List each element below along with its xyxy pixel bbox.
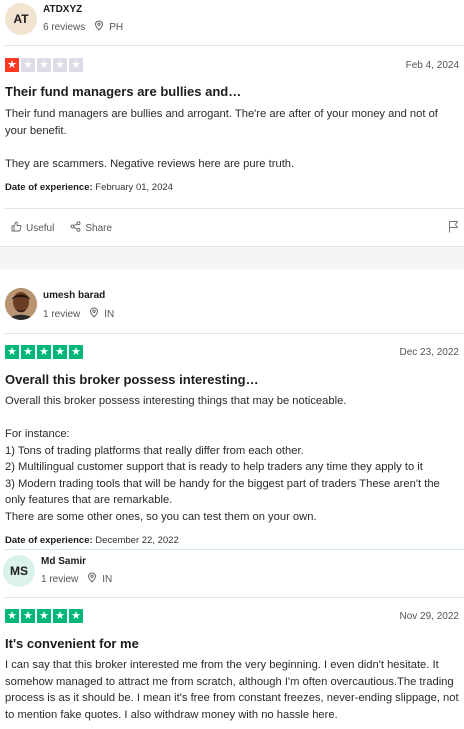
- star-rating: ★ ★ ★ ★ ★: [5, 345, 83, 359]
- share-label: Share: [85, 222, 113, 234]
- star-icon: ★: [69, 609, 83, 623]
- location-pin-icon: [87, 572, 97, 586]
- divider: [5, 45, 464, 46]
- star-icon: ★: [5, 345, 19, 359]
- experience-value: December 22, 2022: [95, 535, 179, 546]
- review-title[interactable]: Their fund managers are bullies and…: [5, 84, 241, 99]
- reviewer-name[interactable]: umesh barad: [43, 290, 105, 301]
- review-count: 1 review: [41, 573, 79, 585]
- useful-button[interactable]: Useful: [11, 221, 54, 235]
- review-title[interactable]: It's convenient for me: [5, 636, 139, 651]
- review-body: Their fund managers are bullies and arro…: [5, 108, 438, 170]
- reviewer-country: PH: [109, 21, 124, 33]
- divider: [5, 597, 464, 598]
- star-icon: ★: [37, 58, 51, 72]
- star-icon: ★: [53, 609, 67, 623]
- star-icon: ★: [37, 345, 51, 359]
- star-icon: ★: [5, 609, 19, 623]
- divider: [5, 208, 464, 209]
- review-title[interactable]: Overall this broker possess interesting…: [5, 372, 259, 387]
- star-icon: ★: [69, 345, 83, 359]
- review-date: Nov 29, 2022: [399, 611, 460, 622]
- star-icon: ★: [53, 345, 67, 359]
- review-date: Dec 23, 2022: [399, 347, 460, 358]
- experience-label: Date of experience:: [5, 535, 93, 546]
- review-count: 6 reviews: [43, 21, 86, 33]
- star-icon: ★: [21, 609, 35, 623]
- avatar[interactable]: MS: [3, 555, 35, 587]
- share-button[interactable]: Share: [70, 221, 112, 235]
- divider: [5, 549, 464, 550]
- reviewer-name[interactable]: ATDXYZ: [43, 4, 82, 15]
- review-body: I can say that this broker interested me…: [5, 659, 459, 721]
- useful-label: Useful: [26, 222, 55, 234]
- avatar[interactable]: [5, 288, 37, 320]
- reviewer-meta: 6 reviews PH: [43, 20, 123, 34]
- flag-icon[interactable]: [448, 220, 459, 238]
- thumbs-up-icon: [11, 221, 22, 235]
- divider: [5, 333, 464, 334]
- reviewer-country: IN: [104, 308, 115, 320]
- star-rating: ★ ★ ★ ★ ★: [5, 609, 83, 623]
- review-count: 1 review: [43, 308, 81, 320]
- reviewer-meta: 1 review IN: [41, 572, 112, 586]
- experience-value: February 01, 2024: [95, 182, 173, 193]
- star-icon: ★: [69, 58, 83, 72]
- avatar-initials: MS: [10, 564, 28, 578]
- avatar[interactable]: AT: [5, 3, 37, 35]
- review-separator: [0, 246, 464, 269]
- star-icon: ★: [21, 345, 35, 359]
- reviewer-country: IN: [102, 573, 113, 585]
- star-icon: ★: [21, 58, 35, 72]
- star-icon: ★: [37, 609, 51, 623]
- location-pin-icon: [89, 307, 99, 321]
- experience-label: Date of experience:: [5, 182, 93, 193]
- experience-date: Date of experience: December 22, 2022: [5, 535, 179, 546]
- star-icon: ★: [5, 58, 19, 72]
- star-rating: ★ ★ ★ ★ ★: [5, 58, 83, 72]
- review-body: Overall this broker possess interesting …: [5, 395, 440, 523]
- star-icon: ★: [53, 58, 67, 72]
- reviewer-name[interactable]: Md Samir: [41, 556, 86, 567]
- experience-date: Date of experience: February 01, 2024: [5, 182, 173, 193]
- review-actions: Useful Share: [11, 221, 112, 235]
- share-icon: [70, 221, 81, 235]
- review-date: Feb 4, 2024: [405, 60, 459, 71]
- reviewer-meta: 1 review IN: [43, 307, 114, 321]
- avatar-initials: AT: [13, 12, 29, 26]
- location-pin-icon: [94, 20, 104, 34]
